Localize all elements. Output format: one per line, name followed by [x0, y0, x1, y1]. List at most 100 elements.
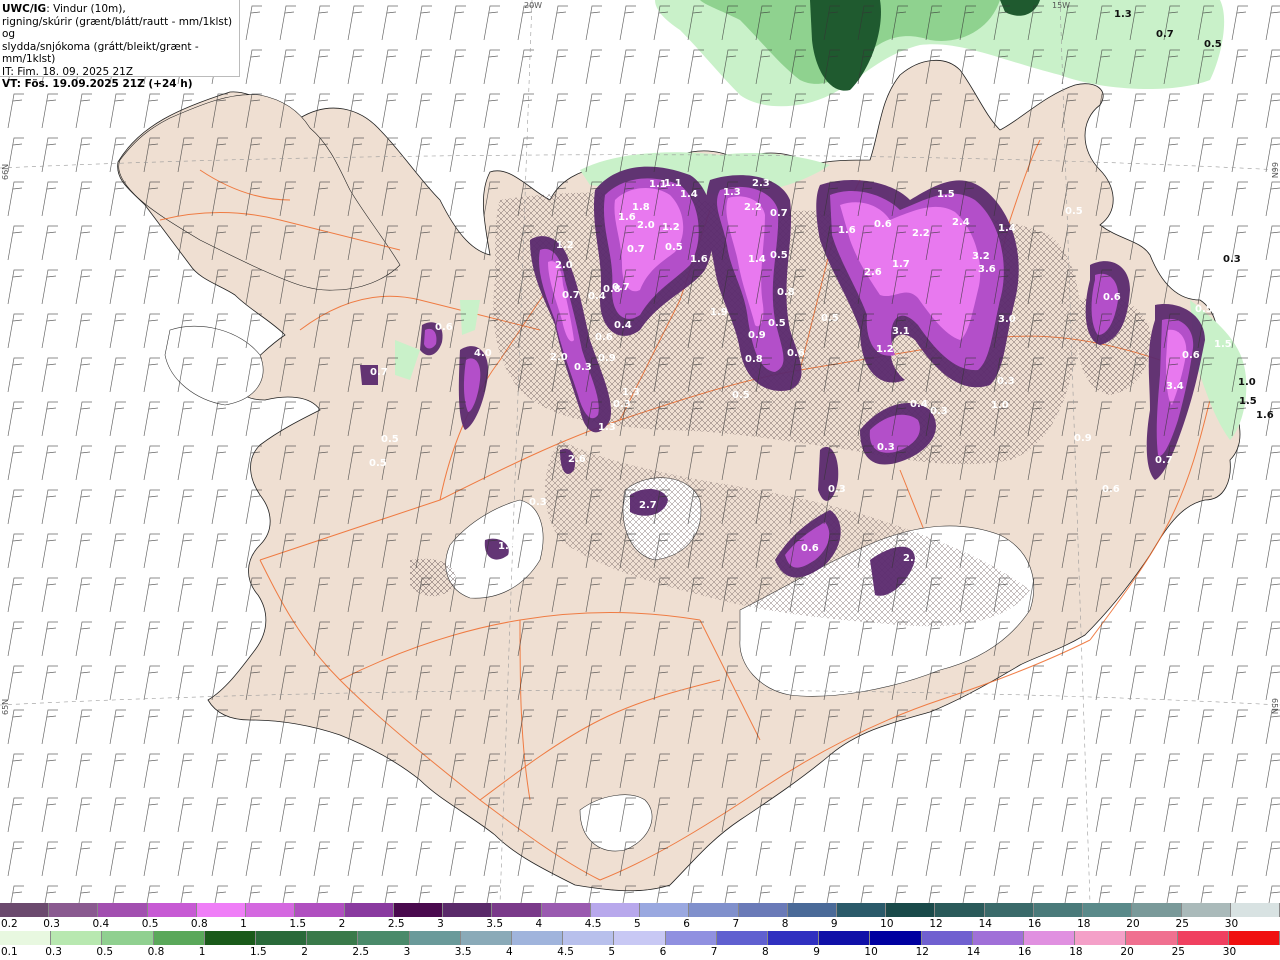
precip-value-label: 0.3 — [529, 497, 547, 508]
precip-value-label: 0.3 — [613, 399, 631, 410]
precip-value-label: 0.8 — [745, 354, 763, 365]
precip-value-label: 1.3 — [598, 422, 616, 433]
colorbar-tick-label: 0.8 — [190, 918, 208, 930]
snow-colorbar: 0.2 0.3 0.4 0.5 0.8 1 1.5 2 2.5 3 3.5 4 4.5 5 6 7 8 9 10 12… — [0, 903, 1280, 931]
colorbar-tick-label: 3.5 — [486, 918, 503, 930]
precip-value-label: 1.3 — [723, 187, 741, 198]
colorbar-tick-label: 0.1 — [1, 946, 18, 958]
colorbar-swatch — [716, 931, 769, 945]
precip-value-label: 1.2 — [662, 222, 680, 233]
precip-value-label: 1.2 — [556, 240, 574, 251]
valid-time: VT: Fös. 19.09.2025 21Z (+24 h) — [2, 78, 193, 90]
colorbar-swatch — [49, 903, 99, 917]
precip-value-label: 1.5 — [937, 189, 955, 200]
precip-value-label: 0.6 — [595, 332, 613, 343]
precip-value-label: 1.5 — [1239, 396, 1257, 407]
precip-value-label: 3.1 — [892, 326, 910, 337]
rain-colorbar-swatches — [0, 931, 1280, 945]
colorbar-tick-label: 10 — [880, 918, 894, 930]
colorbar-tick-label: 0.4 — [92, 918, 110, 930]
colorbar-tick-label: 18 — [1077, 918, 1091, 930]
lat-label-66n-left: 66N — [1, 164, 10, 180]
precip-value-label: 0.5 — [770, 250, 788, 261]
colorbar-swatch — [1228, 931, 1280, 945]
colorbar-tick-label: 3.5 — [454, 946, 472, 958]
colorbar-swatch — [256, 931, 308, 945]
colorbar-swatch — [307, 931, 359, 945]
colorbar-tick-label: 6 — [683, 918, 690, 930]
colorbar-swatch — [0, 931, 52, 945]
colorbar-swatch — [460, 931, 513, 945]
precip-value-label: 2.0 — [555, 260, 573, 271]
colorbar-swatch — [1033, 903, 1084, 917]
colorbar-tick-label: 25 — [1175, 918, 1189, 930]
precip-value-label: 1.0 — [991, 400, 1009, 411]
precip-value-label: 1.6 — [838, 225, 856, 236]
precip-value-label: 0.3 — [877, 442, 895, 453]
colorbar-swatch — [665, 931, 717, 945]
colorbar-tick-label: 2.5 — [387, 918, 405, 930]
colorbar-swatch — [541, 903, 591, 917]
colorbar-swatch — [147, 903, 197, 917]
colorbar-swatch — [102, 931, 154, 945]
product-code: UWC/IG — [2, 3, 47, 15]
precip-value-label: 1.6 — [1256, 410, 1274, 421]
precip-value-label: 2.2 — [903, 553, 921, 564]
colorbar-swatch — [358, 931, 410, 945]
precip-value-label: 3.6 — [978, 264, 996, 275]
colorbar-tick-label: 3 — [403, 946, 411, 958]
precip-value-label: 1.4 — [680, 189, 698, 200]
colorbar-swatch — [204, 931, 257, 945]
colorbar-swatch — [921, 931, 973, 945]
product-desc-1: : Vindur (10m), — [46, 3, 126, 15]
colorbar-tick-label: 8 — [762, 946, 769, 958]
precip-value-label: 2.6 — [864, 267, 882, 278]
precip-value-label: 1.4 — [998, 223, 1016, 234]
colorbar-tick-label: 0.8 — [147, 946, 165, 958]
product-desc-3: slydda/snjókoma (grátt/bleikt/grænt - mm… — [2, 40, 199, 66]
colorbar-swatch — [836, 903, 887, 917]
precip-value-label: 0.9 — [598, 353, 616, 364]
lon-label-15w: 15W — [1052, 1, 1070, 10]
colorbar-swatch — [1181, 903, 1231, 917]
colorbar-swatch — [935, 903, 985, 917]
colorbar-tick-label: 25 — [1171, 946, 1185, 958]
colorbar-swatch — [1126, 931, 1178, 945]
colorbar-swatch — [409, 931, 461, 945]
lon-label-20w: 20W — [524, 1, 542, 10]
colorbar-swatch — [512, 931, 564, 945]
precip-value-label: 0.5 — [732, 390, 750, 401]
colorbar-tick-label: 14 — [978, 918, 992, 930]
colorbar-tick-label: 12 — [915, 946, 929, 958]
precip-value-label: 0.9 — [748, 330, 766, 341]
precip-value-label: 0.3 — [828, 484, 846, 495]
colorbar-tick-label: 1.5 — [250, 946, 267, 958]
colorbar-swatch — [196, 903, 247, 917]
precip-value-label: 0.7 — [1156, 29, 1174, 40]
precip-value-label: 0.8 — [603, 284, 621, 295]
colorbar-tick-label: 0.2 — [1, 918, 18, 930]
colorbar-swatch — [1132, 903, 1182, 917]
colorbar-swatch — [886, 903, 936, 917]
colorbar-tick-label: 0.5 — [96, 946, 114, 958]
lat-label-66n-right: 66N — [1270, 162, 1279, 178]
precip-value-label: 1.4 — [748, 254, 766, 265]
precip-value-label: 0.7 — [1155, 455, 1173, 466]
precip-value-label: 0.5 — [1195, 304, 1213, 315]
colorbar-tick-label: 5 — [608, 946, 616, 958]
precip-value-label: 1.3 — [622, 387, 640, 398]
colorbar-swatch — [768, 931, 820, 945]
colorbar-tick-label: 30 — [1224, 918, 1239, 930]
colorbar-tick-label: 12 — [929, 918, 943, 930]
colorbar-swatch — [344, 903, 394, 917]
precip-value-label: 3.0 — [998, 314, 1016, 325]
precip-value-label: 1.6 — [618, 212, 636, 223]
colorbar-tick-label: 6 — [659, 946, 667, 958]
colorbar-swatch — [443, 903, 493, 917]
colorbar-tick-label: 4 — [506, 946, 513, 958]
precip-value-label: 2.2 — [912, 228, 930, 239]
precip-value-label: 2.4 — [952, 217, 970, 228]
map-info-box: UWC/IG: Vindur (10m), rigning/skúrir (gr… — [0, 0, 240, 90]
precip-value-label: 1.9 — [710, 307, 728, 318]
precip-value-label: 0.7 — [627, 244, 645, 255]
